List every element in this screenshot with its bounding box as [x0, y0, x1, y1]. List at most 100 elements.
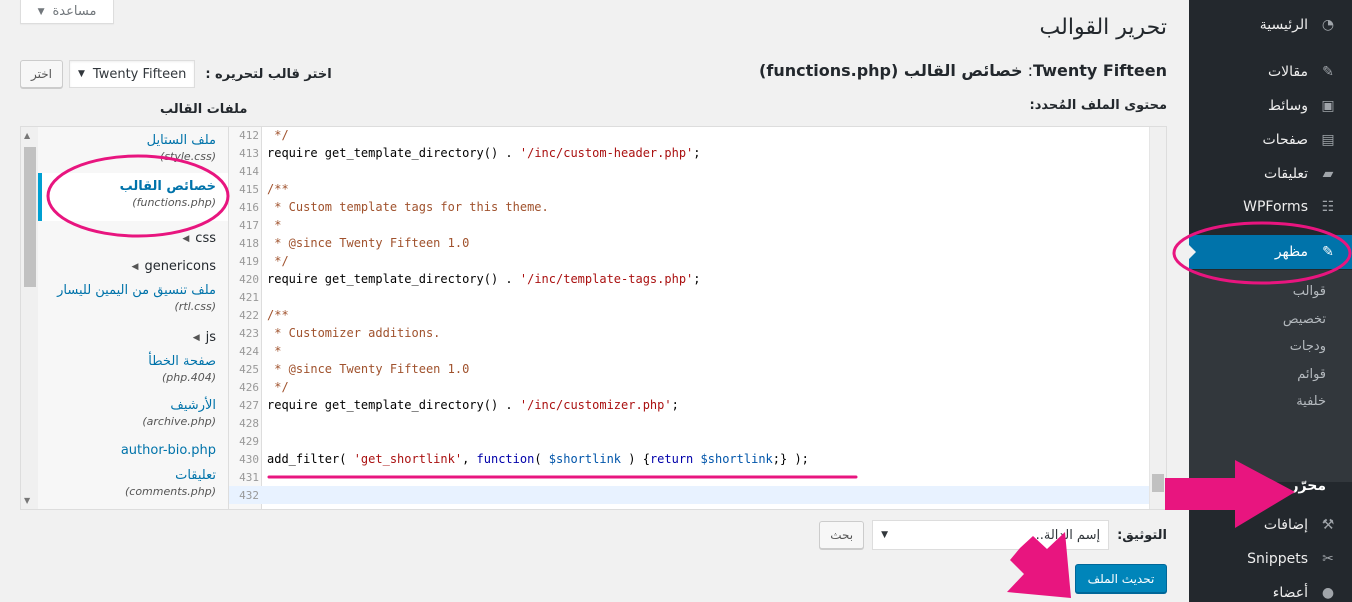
file-item-404[interactable]: صفحة الخطأ (404.php)	[38, 354, 228, 384]
code-line[interactable]: 428	[229, 414, 1149, 432]
code-line[interactable]: 421	[229, 288, 1149, 306]
editor-scroll-thumb[interactable]	[1152, 474, 1164, 492]
page-title: تحرير القوالب	[1039, 15, 1167, 40]
code-line[interactable]: 422 /**	[229, 306, 1149, 324]
code-token: ;} );	[772, 452, 809, 466]
submenu-background[interactable]: خلفية	[1189, 394, 1352, 409]
code-line[interactable]: 425 * @since Twenty Fifteen 1.0	[229, 360, 1149, 378]
file-list-scrollbar[interactable]: ▲ ▼	[21, 127, 38, 509]
code-token: /**	[267, 182, 289, 196]
sidebar-item-label: مقالات	[1267, 64, 1308, 80]
file-item-archive[interactable]: الأرشيف (archive.php)	[38, 398, 228, 428]
line-number: 422	[239, 309, 259, 322]
code-line[interactable]: 418 * @since Twenty Fifteen 1.0	[229, 234, 1149, 252]
file-path: (rtl.css)	[174, 300, 217, 313]
file-item-comments[interactable]: تعليقات (comments.php)	[38, 468, 228, 498]
submenu-editor[interactable]: محرّر	[1189, 478, 1352, 494]
code-token: /**	[267, 308, 289, 322]
code-text: * Custom template tags for this theme.	[267, 198, 549, 216]
documentation-label: التوثيق:	[1117, 527, 1167, 543]
sidebar-item-label: إضافات	[1263, 517, 1308, 533]
file-path: (404.php)	[161, 371, 216, 384]
line-number: 426	[239, 381, 259, 394]
line-number: 414	[239, 165, 259, 178]
line-number: 431	[239, 471, 259, 484]
code-line[interactable]: 430 add_filter( 'get_shortlink', function…	[229, 450, 1149, 468]
code-text: add_filter( 'get_shortlink', function( $…	[267, 450, 809, 468]
file-path: (comments.php)	[124, 485, 216, 498]
code-line[interactable]: 420 require get_template_directory() . '/…	[229, 270, 1149, 288]
select-theme-button[interactable]: اختر	[20, 60, 63, 88]
code-token: require get_template_directory() .	[267, 272, 520, 286]
code-line[interactable]: 423 * Customizer additions.	[229, 324, 1149, 342]
documentation-row: التوثيق: إسم الدالة... ▼ بحث	[819, 520, 1167, 550]
lookup-button[interactable]: بحث	[819, 521, 865, 549]
submenu-widgets[interactable]: ودجات	[1189, 339, 1352, 354]
sidebar-item-0[interactable]: ◔ الرئيسية	[1189, 8, 1352, 42]
code-text: require get_template_directory() . '/inc…	[267, 144, 701, 162]
help-tab[interactable]: ▼ مساعدة	[20, 0, 114, 24]
line-number: 413	[239, 147, 259, 160]
file-name: الأرشيف	[170, 398, 216, 413]
submenu-menus[interactable]: قوائم	[1189, 367, 1352, 382]
scroll-down-icon[interactable]: ▼	[24, 496, 30, 505]
theme-select-row: اختر ▼ Twenty Fifteen اختر قالب لتحريره …	[20, 60, 332, 88]
code-line[interactable]: 414	[229, 162, 1149, 180]
sidebar-item-6[interactable]: ✎ مظهر	[1188, 235, 1352, 269]
theme-dropdown[interactable]: ▼ Twenty Fifteen	[69, 60, 196, 88]
code-line[interactable]: 427 require get_template_directory() . '/…	[229, 396, 1149, 414]
sidebar-item-2[interactable]: ▣ وسائط	[1189, 89, 1352, 123]
file-name: صفحة الخطأ	[148, 354, 216, 369]
code-token: function	[476, 452, 535, 466]
code-line[interactable]: 424 *	[229, 342, 1149, 360]
code-token: return	[649, 452, 701, 466]
line-number: 420	[239, 273, 259, 286]
folder-css[interactable]: css ◀	[38, 231, 228, 246]
line-number: 412	[239, 129, 259, 142]
sidebar-item-9[interactable]: ● أعضاء	[1189, 576, 1352, 602]
submenu-themes[interactable]: قوالب	[1189, 284, 1352, 299]
editor-scrollbar[interactable]	[1149, 127, 1166, 509]
file-item-author-bio[interactable]: author-bio.php	[38, 443, 228, 458]
sidebar-item-5[interactable]: ☷ WPForms	[1189, 190, 1352, 224]
sidebar-item-8[interactable]: ✂ Snippets	[1189, 542, 1352, 576]
sidebar-item-1[interactable]: ✎ مقالات	[1189, 55, 1352, 89]
folder-genericons[interactable]: genericons ◀	[38, 259, 228, 274]
code-line[interactable]: 429	[229, 432, 1149, 450]
code-line[interactable]: 413 require get_template_directory() . '/…	[229, 144, 1149, 162]
sidebar-item-7[interactable]: ⚒ إضافات	[1189, 508, 1352, 542]
code-line[interactable]: 419 */	[229, 252, 1149, 270]
code-line[interactable]: 415 /**	[229, 180, 1149, 198]
update-file-button[interactable]: تحديث الملف	[1075, 564, 1167, 593]
folder-js[interactable]: js ◀	[38, 330, 228, 345]
media-icon: ▣	[1321, 98, 1335, 114]
code-line[interactable]: 426 */	[229, 378, 1149, 396]
pin-icon: ✎	[1322, 64, 1334, 80]
scroll-thumb[interactable]	[24, 147, 36, 287]
folder-collapsed-icon: ◀	[192, 332, 200, 343]
file-heading: Twenty Fifteen: خصائص القالب (functions.…	[759, 61, 1167, 80]
file-item-functions[interactable]: خصائص القالب (functions.php)	[38, 173, 228, 221]
file-path: (style.css)	[160, 150, 216, 163]
submenu-customize[interactable]: تخصيص	[1189, 312, 1352, 327]
code-token: ;	[693, 146, 701, 160]
file-item-style[interactable]: ملف الستايل (style.css)	[38, 133, 228, 163]
dropdown-arrow-icon: ▼	[78, 69, 85, 79]
code-token: add_filter(	[267, 452, 354, 466]
file-item-rtl[interactable]: ملف تنسيق من اليمين لليسار (rtl.css)	[38, 283, 228, 313]
code-line[interactable]: 431	[229, 468, 1149, 486]
code-text: /**	[267, 306, 289, 324]
code-text: * Customizer additions.	[267, 324, 440, 342]
function-name-select[interactable]: إسم الدالة... ▼	[872, 520, 1110, 550]
sidebar-item-3[interactable]: ▤ صفحات	[1189, 123, 1352, 157]
code-editor[interactable]: 412 */ 413 require get_template_directory(…	[228, 126, 1167, 510]
code-line[interactable]: 412 */	[229, 127, 1149, 144]
code-token: *	[267, 344, 282, 358]
code-line[interactable]: 417 *	[229, 216, 1149, 234]
code-line[interactable]: 432	[229, 486, 1149, 504]
scroll-up-icon[interactable]: ▲	[24, 131, 30, 140]
code-line[interactable]: 416 * Custom template tags for this them…	[229, 198, 1149, 216]
code-text: /**	[267, 180, 289, 198]
code-text: *	[267, 342, 281, 360]
sidebar-item-4[interactable]: ▰ تعليقات	[1189, 157, 1352, 191]
